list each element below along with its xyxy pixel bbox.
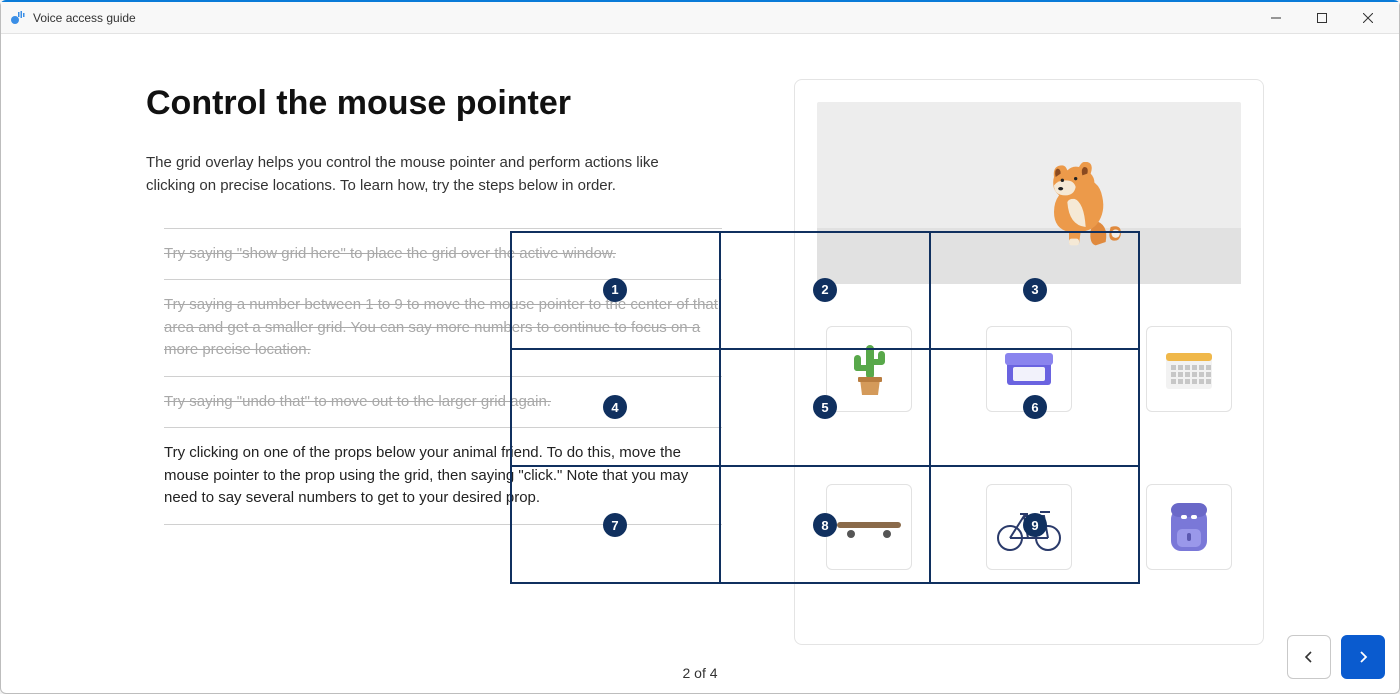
prop-backpack[interactable] bbox=[1146, 484, 1232, 570]
instruction-column: Control the mouse pointer The grid overl… bbox=[146, 84, 726, 525]
cactus-icon bbox=[844, 339, 894, 399]
scene-background bbox=[817, 102, 1241, 284]
app-window[interactable]: Voice access guide Control the mouse poi… bbox=[0, 0, 1400, 694]
nav-buttons bbox=[1287, 635, 1385, 679]
calendar-icon bbox=[1162, 345, 1216, 393]
step-3: Try saying "undo that" to move out to th… bbox=[164, 377, 722, 429]
backpack-icon bbox=[1165, 499, 1213, 555]
step-4: Try clicking on one of the props below y… bbox=[164, 428, 722, 525]
app-icon bbox=[9, 10, 25, 26]
props-grid bbox=[817, 326, 1241, 570]
steps-list: Try saying "show grid here" to place the… bbox=[164, 228, 722, 525]
page-intro: The grid overlay helps you control the m… bbox=[146, 151, 686, 198]
next-button[interactable] bbox=[1341, 635, 1385, 679]
container-icon bbox=[1003, 347, 1055, 391]
page-title: Control the mouse pointer bbox=[146, 84, 726, 123]
content-area: Control the mouse pointer The grid overl… bbox=[1, 34, 1399, 693]
prop-skateboard[interactable] bbox=[826, 484, 912, 570]
prop-bicycle[interactable] bbox=[986, 484, 1072, 570]
skateboard-icon bbox=[833, 514, 905, 540]
maximize-button[interactable] bbox=[1299, 2, 1345, 34]
window-title: Voice access guide bbox=[33, 11, 136, 25]
window-controls bbox=[1253, 2, 1391, 34]
step-1: Try saying "show grid here" to place the… bbox=[164, 229, 722, 281]
titlebar[interactable]: Voice access guide bbox=[1, 2, 1399, 34]
step-2: Try saying a number between 1 to 9 to mo… bbox=[164, 280, 722, 377]
prev-button[interactable] bbox=[1287, 635, 1331, 679]
minimize-button[interactable] bbox=[1253, 2, 1299, 34]
chevron-left-icon bbox=[1302, 650, 1316, 664]
illustration-panel bbox=[794, 79, 1264, 645]
dog-illustration bbox=[1029, 162, 1129, 254]
bicycle-icon bbox=[994, 502, 1064, 552]
chevron-right-icon bbox=[1356, 650, 1370, 664]
prop-cactus[interactable] bbox=[826, 326, 912, 412]
prop-calendar[interactable] bbox=[1146, 326, 1232, 412]
close-button[interactable] bbox=[1345, 2, 1391, 34]
prop-container[interactable] bbox=[986, 326, 1072, 412]
page-indicator: 2 of 4 bbox=[1, 665, 1399, 681]
